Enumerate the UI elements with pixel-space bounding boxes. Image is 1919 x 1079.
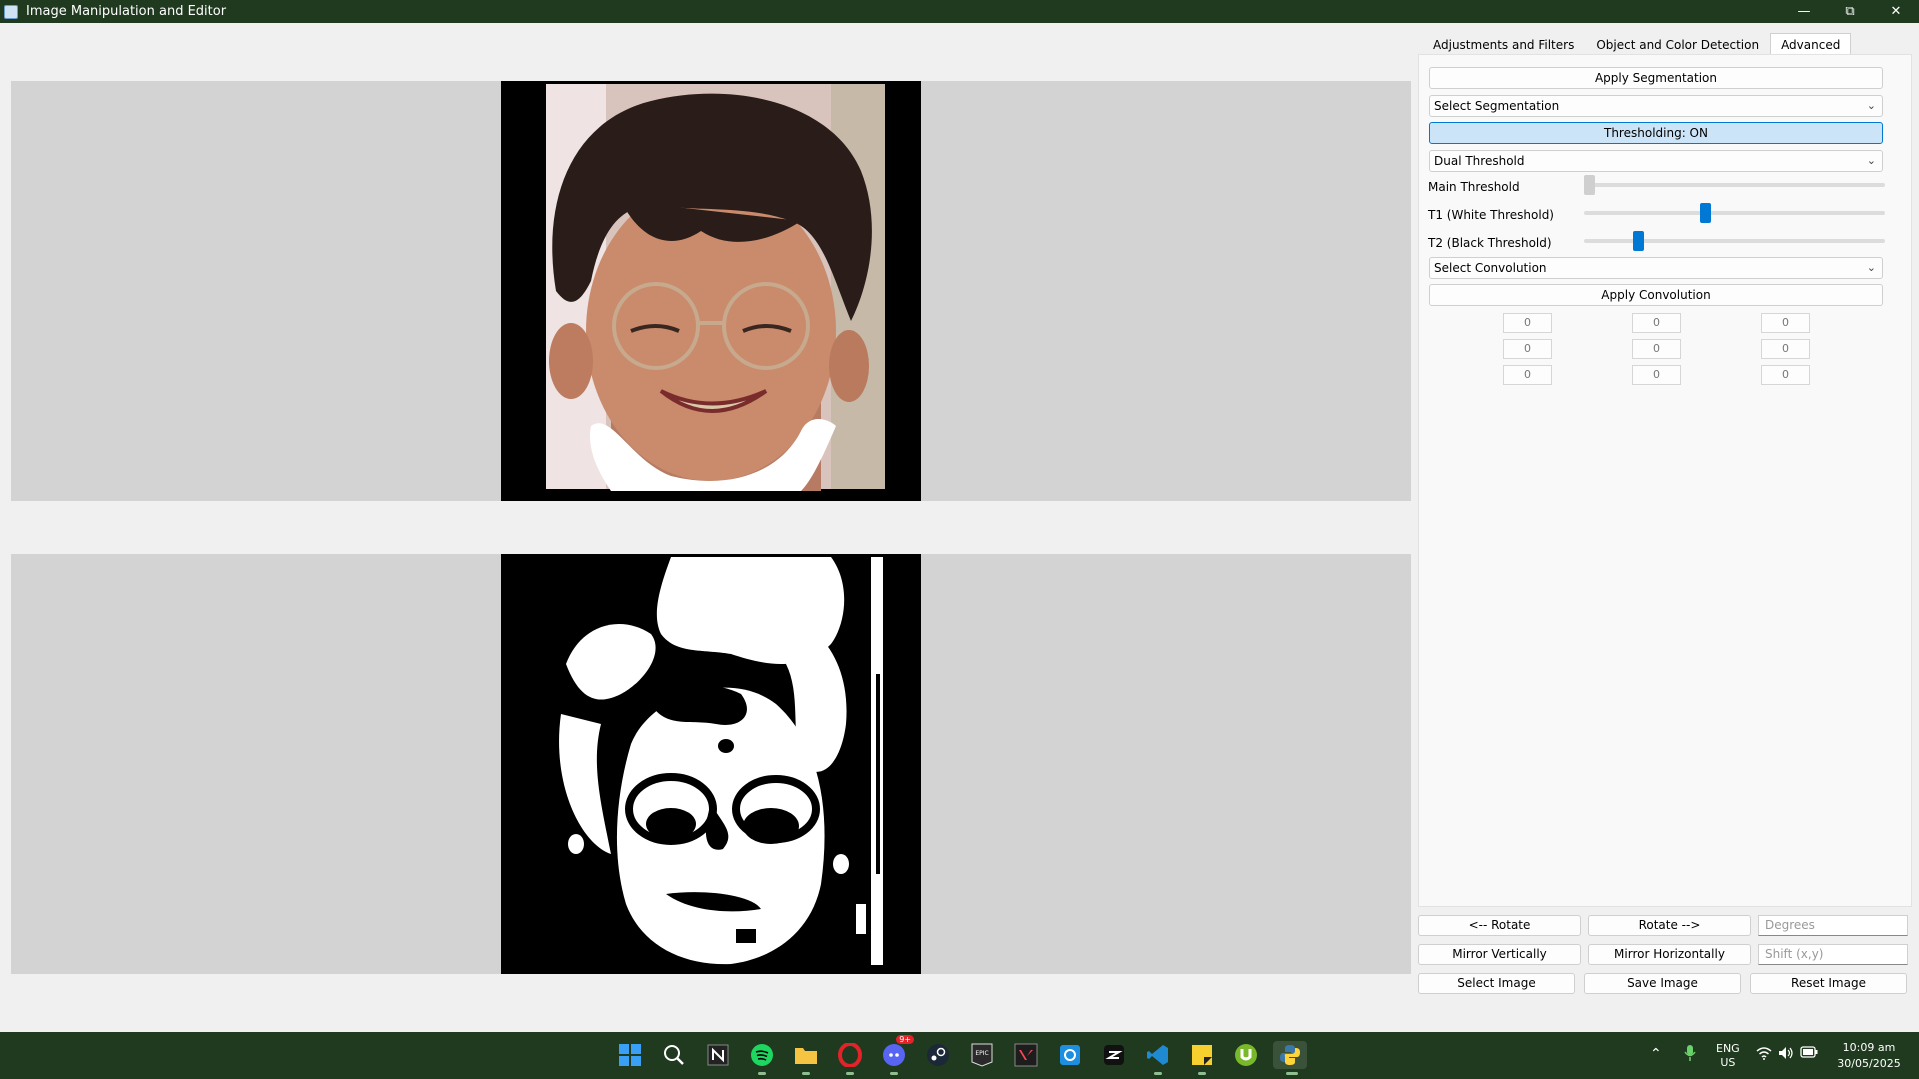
kernel-cell[interactable]: 0 xyxy=(1503,365,1552,385)
kernel-cell[interactable]: 0 xyxy=(1761,339,1810,359)
slider-handle[interactable] xyxy=(1584,175,1595,195)
processed-image-panel xyxy=(11,554,1411,974)
t1-white-threshold-label: T1 (White Threshold) xyxy=(1428,208,1554,222)
chevron-down-icon: ⌄ xyxy=(1866,99,1876,112)
epic-games-icon[interactable]: EPIC xyxy=(968,1041,996,1069)
convolution-select[interactable]: Select Convolution ⌄ xyxy=(1429,257,1883,279)
utorrent-icon[interactable] xyxy=(1232,1041,1260,1069)
sticky-notes-icon[interactable] xyxy=(1188,1041,1216,1075)
mirror-vertically-button[interactable]: Mirror Vertically xyxy=(1418,944,1581,965)
rotate-right-button[interactable]: Rotate --> xyxy=(1588,915,1751,936)
svg-text:EPIC: EPIC xyxy=(975,1050,988,1057)
wifi-icon[interactable] xyxy=(1756,1046,1772,1063)
search-icon[interactable] xyxy=(660,1041,688,1069)
rotate-left-button[interactable]: <-- Rotate xyxy=(1418,915,1581,936)
notion-icon[interactable] xyxy=(704,1041,732,1069)
kernel-cell[interactable]: 0 xyxy=(1503,313,1552,333)
shift-input[interactable]: Shift (x,y) xyxy=(1758,944,1908,965)
threshold-mode-value: Dual Threshold xyxy=(1434,154,1525,168)
running-indicator xyxy=(1198,1072,1206,1075)
degrees-input[interactable]: Degrees xyxy=(1758,915,1908,936)
opera-icon[interactable] xyxy=(836,1041,864,1075)
t2-black-threshold-label: T2 (Black Threshold) xyxy=(1428,236,1552,250)
clock-time: 10:09 am xyxy=(1842,1041,1896,1054)
segmentation-select-value: Select Segmentation xyxy=(1434,99,1560,113)
kernel-cell[interactable]: 0 xyxy=(1503,339,1552,359)
slider-handle[interactable] xyxy=(1633,231,1644,251)
slider-track xyxy=(1584,211,1885,215)
chevron-down-icon: ⌄ xyxy=(1866,261,1876,274)
apply-segmentation-button[interactable]: Apply Segmentation xyxy=(1429,67,1883,89)
slider-track xyxy=(1584,183,1885,187)
battery-icon[interactable] xyxy=(1800,1046,1818,1061)
running-indicator xyxy=(1154,1072,1162,1075)
tab-object-and-color-detection[interactable]: Object and Color Detection xyxy=(1585,33,1770,55)
running-indicator xyxy=(802,1072,810,1075)
kernel-cell[interactable]: 0 xyxy=(1632,365,1681,385)
app-icon xyxy=(4,4,18,19)
control-panel: Adjustments and Filters Object and Color… xyxy=(1418,30,1912,907)
t2-black-threshold-slider[interactable] xyxy=(1584,229,1885,251)
spotify-icon[interactable] xyxy=(748,1041,776,1075)
volume-icon[interactable] xyxy=(1778,1046,1794,1063)
taskbar: 9+ EPIC ⌃ ENG US 10:09 am 30/05/2025 xyxy=(0,1032,1919,1079)
window-title: Image Manipulation and Editor xyxy=(26,4,227,19)
chevron-down-icon: ⌄ xyxy=(1866,154,1876,167)
main-threshold-slider[interactable] xyxy=(1584,173,1885,195)
python-icon[interactable] xyxy=(1273,1041,1307,1075)
language-indicator[interactable]: ENG US xyxy=(1716,1042,1740,1070)
language-code: ENG xyxy=(1716,1042,1740,1055)
save-image-button[interactable]: Save Image xyxy=(1584,973,1741,994)
window-controls: — ⧉ ✕ xyxy=(1781,0,1919,23)
running-indicator xyxy=(890,1072,898,1075)
discord-icon[interactable]: 9+ xyxy=(880,1035,914,1075)
tab-advanced[interactable]: Advanced xyxy=(1770,33,1852,55)
thresholding-toggle-button[interactable]: Thresholding: ON xyxy=(1429,122,1883,144)
restore-icon[interactable]: ⧉ xyxy=(1827,0,1873,23)
file-explorer-icon[interactable] xyxy=(792,1041,820,1075)
processed-image xyxy=(501,554,921,974)
notification-badge: 9+ xyxy=(896,1035,914,1044)
mirror-horizontally-button[interactable]: Mirror Horizontally xyxy=(1588,944,1751,965)
t1-white-threshold-slider[interactable] xyxy=(1584,201,1885,223)
tab-adjustments-and-filters[interactable]: Adjustments and Filters xyxy=(1422,33,1585,55)
kernel-cell[interactable]: 0 xyxy=(1632,339,1681,359)
slider-handle[interactable] xyxy=(1700,203,1711,223)
show-hidden-icons-icon[interactable]: ⌃ xyxy=(1650,1046,1662,1062)
kernel-cell[interactable]: 0 xyxy=(1632,313,1681,333)
close-icon[interactable]: ✕ xyxy=(1873,0,1919,23)
clock-date: 30/05/2025 xyxy=(1837,1057,1901,1070)
windows-start-icon[interactable] xyxy=(616,1041,644,1069)
vscode-icon[interactable] xyxy=(1144,1041,1172,1075)
select-image-button[interactable]: Select Image xyxy=(1418,973,1575,994)
apply-convolution-button[interactable]: Apply Convolution xyxy=(1429,284,1883,306)
original-image-panel xyxy=(11,81,1411,501)
running-indicator xyxy=(758,1072,766,1075)
clock[interactable]: 10:09 am 30/05/2025 xyxy=(1834,1040,1904,1072)
slider-track xyxy=(1584,239,1885,243)
reset-image-button[interactable]: Reset Image xyxy=(1750,973,1907,994)
title-bar: Image Manipulation and Editor — ⧉ ✕ xyxy=(0,0,1919,23)
running-indicator xyxy=(1286,1072,1298,1075)
segmentation-select[interactable]: Select Segmentation ⌄ xyxy=(1429,95,1883,117)
original-image xyxy=(501,81,921,501)
capcut-icon[interactable] xyxy=(1100,1041,1128,1069)
running-indicator xyxy=(846,1072,854,1075)
valorant-icon[interactable] xyxy=(1012,1041,1040,1069)
kernel-cell[interactable]: 0 xyxy=(1761,365,1810,385)
outlook-icon[interactable] xyxy=(1056,1041,1084,1069)
microphone-icon[interactable] xyxy=(1684,1044,1696,1065)
kernel-cell[interactable]: 0 xyxy=(1761,313,1810,333)
minimize-icon[interactable]: — xyxy=(1781,0,1827,23)
advanced-tab-content: Apply Segmentation Select Segmentation ⌄… xyxy=(1418,54,1912,907)
threshold-mode-select[interactable]: Dual Threshold ⌄ xyxy=(1429,150,1883,172)
steam-icon[interactable] xyxy=(924,1041,952,1069)
convolution-select-value: Select Convolution xyxy=(1434,261,1547,275)
main-threshold-label: Main Threshold xyxy=(1428,180,1520,194)
tab-bar: Adjustments and Filters Object and Color… xyxy=(1422,33,1852,55)
region-code: US xyxy=(1720,1056,1736,1069)
